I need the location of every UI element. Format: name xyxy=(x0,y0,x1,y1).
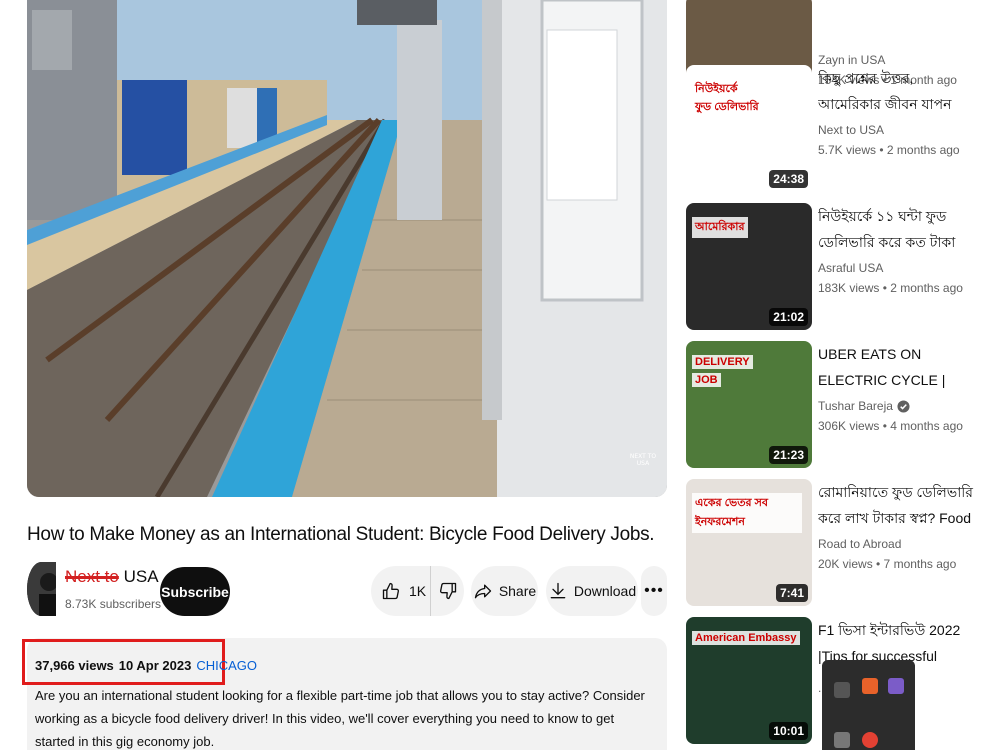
tray-pen-icon[interactable] xyxy=(888,678,904,694)
recommended-channel[interactable]: Asraful USA xyxy=(818,261,974,275)
like-dislike-group: 1K xyxy=(371,566,464,616)
video-info: কিছু প্রশ্নের উত্তর, আমেরিকার জীবন যাপন … xyxy=(818,65,974,157)
tray-paint-icon[interactable] xyxy=(862,678,878,694)
recommended-channel-name: Next to USA xyxy=(818,123,885,137)
recommended-meta: 183K views • 2 months ago xyxy=(818,281,963,295)
thumbnail-caption: আমেরিকার xyxy=(692,217,748,238)
recommended-channel[interactable]: Tushar Bareja xyxy=(818,399,974,413)
thumbnail-caption: JOB xyxy=(692,373,721,387)
more-actions-button[interactable]: ••• xyxy=(641,566,667,616)
description-meta: 37,966 views 10 Apr 2023 CHICAGO xyxy=(35,658,257,673)
recommended-channel[interactable]: Road to Abroad xyxy=(818,537,974,551)
recommended-title[interactable]: রোমানিয়াতে ফুড ডেলিভারি করে লাখ টাকার স… xyxy=(818,479,974,531)
video-duration: 24:38 xyxy=(769,170,808,188)
recommended-title[interactable]: নিউইয়র্কে ১১ ঘন্টা ফুড ডেলিভারি করে কত … xyxy=(818,203,974,255)
video-duration: 21:02 xyxy=(769,308,808,326)
thumbs-down-icon xyxy=(439,582,456,600)
video-duration: 7:41 xyxy=(775,584,808,602)
more-icon: ••• xyxy=(644,582,664,599)
video-duration: 10:01 xyxy=(769,722,808,740)
recommended-channel-name: Asraful USA xyxy=(818,261,884,275)
share-label: Share xyxy=(498,583,537,599)
recommended-channel[interactable]: Next to USA xyxy=(818,123,974,137)
view-count: 37,966 views xyxy=(35,658,114,673)
description-box[interactable]: 37,966 views 10 Apr 2023 CHICAGO Are you… xyxy=(22,638,667,750)
recommended-video[interactable]: DELIVERY JOB 21:23 UBER EATS ON ELECTRIC CY… xyxy=(686,341,986,468)
thumbs-up-icon xyxy=(382,582,400,600)
video-thumbnail[interactable]: আমেরিকার 21:02 xyxy=(686,203,812,330)
video-player[interactable]: NEXT TO USA xyxy=(27,0,667,497)
thumbnail-caption: ফুড ডেলিভারি xyxy=(692,97,762,118)
video-thumbnail[interactable]: নিউইয়র্কে ফুড ডেলিভারি 24:38 xyxy=(686,65,812,192)
recommended-channel-name: Road to Abroad xyxy=(818,537,902,551)
channel-name[interactable]: Next to USA xyxy=(65,567,159,587)
hashtag-link[interactable]: CHICAGO xyxy=(196,658,257,673)
recommended-meta: 5.7K views • 2 months ago xyxy=(818,143,960,157)
video-info: UBER EATS ON ELECTRIC CYCLE | PER HOUR P… xyxy=(818,341,974,433)
upload-date: 10 Apr 2023 xyxy=(118,658,192,673)
recommended-video[interactable]: একের ভেতর সব ইনফরমেশন 7:41 রোমানিয়াতে ফুড… xyxy=(686,479,986,606)
recommended-meta: 306K views • 4 months ago xyxy=(818,419,963,433)
recommended-channel-name: Tushar Bareja xyxy=(818,399,893,413)
subscriber-count: 8.73K subscribers xyxy=(65,597,162,611)
system-tray-popup xyxy=(822,660,915,750)
recommended-video[interactable]: নিউইয়র্কে ফুড ডেলিভারি 24:38 কিছু প্রশ্নের… xyxy=(686,65,986,192)
channel-watermark: NEXT TO USA xyxy=(629,453,657,467)
thumbnail-caption: একের ভেতর সব ইনফরমেশন xyxy=(692,493,802,533)
recommended-title[interactable]: UBER EATS ON ELECTRIC CYCLE | PER HOUR P… xyxy=(818,341,974,393)
like-button[interactable]: 1K xyxy=(371,566,431,616)
share-icon xyxy=(474,584,491,599)
thumbnail-caption: American Embassy xyxy=(692,631,800,645)
channel-name-redacted: Next to xyxy=(65,567,119,586)
video-thumbnail[interactable]: DELIVERY JOB 21:23 xyxy=(686,341,812,468)
chrome-icon[interactable] xyxy=(862,732,878,748)
channel-avatar[interactable] xyxy=(27,562,56,616)
download-button[interactable]: Download xyxy=(546,566,638,616)
tray-device-icon[interactable] xyxy=(834,732,850,748)
video-title: How to Make Money as an International St… xyxy=(27,524,655,545)
recommended-video[interactable]: আমেরিকার 21:02 নিউইয়র্কে ১১ ঘন্টা ফুড ডেল… xyxy=(686,203,986,330)
video-duration: 21:23 xyxy=(769,446,808,464)
subscribe-button[interactable]: Subscribe xyxy=(160,567,230,616)
share-button[interactable]: Share xyxy=(471,566,538,616)
like-count: 1K xyxy=(409,583,427,599)
download-label: Download xyxy=(573,583,637,599)
avatar-image xyxy=(27,562,56,616)
video-info: রোমানিয়াতে ফুড ডেলিভারি করে লাখ টাকার স… xyxy=(818,479,974,571)
video-thumbnail[interactable]: একের ভেতর সব ইনফরমেশন 7:41 xyxy=(686,479,812,606)
dislike-button[interactable] xyxy=(431,566,464,616)
description-text: Are you an international student looking… xyxy=(35,688,645,749)
video-thumbnail[interactable]: American Embassy 10:01 xyxy=(686,617,812,744)
video-frame xyxy=(27,0,667,497)
thumbnail-caption: DELIVERY xyxy=(692,355,753,369)
tray-app-icon[interactable] xyxy=(834,682,850,698)
recommended-title[interactable] xyxy=(818,0,974,47)
verified-icon xyxy=(897,399,910,413)
download-icon xyxy=(550,582,566,599)
channel-name-rest: USA xyxy=(123,567,159,586)
video-info: নিউইয়র্কে ১১ ঘন্টা ফুড ডেলিভারি করে কত … xyxy=(818,203,974,295)
recommended-meta: 20K views • 7 months ago xyxy=(818,557,957,571)
recommended-title[interactable]: কিছু প্রশ্নের উত্তর, আমেরিকার জীবন যাপন … xyxy=(818,65,974,117)
